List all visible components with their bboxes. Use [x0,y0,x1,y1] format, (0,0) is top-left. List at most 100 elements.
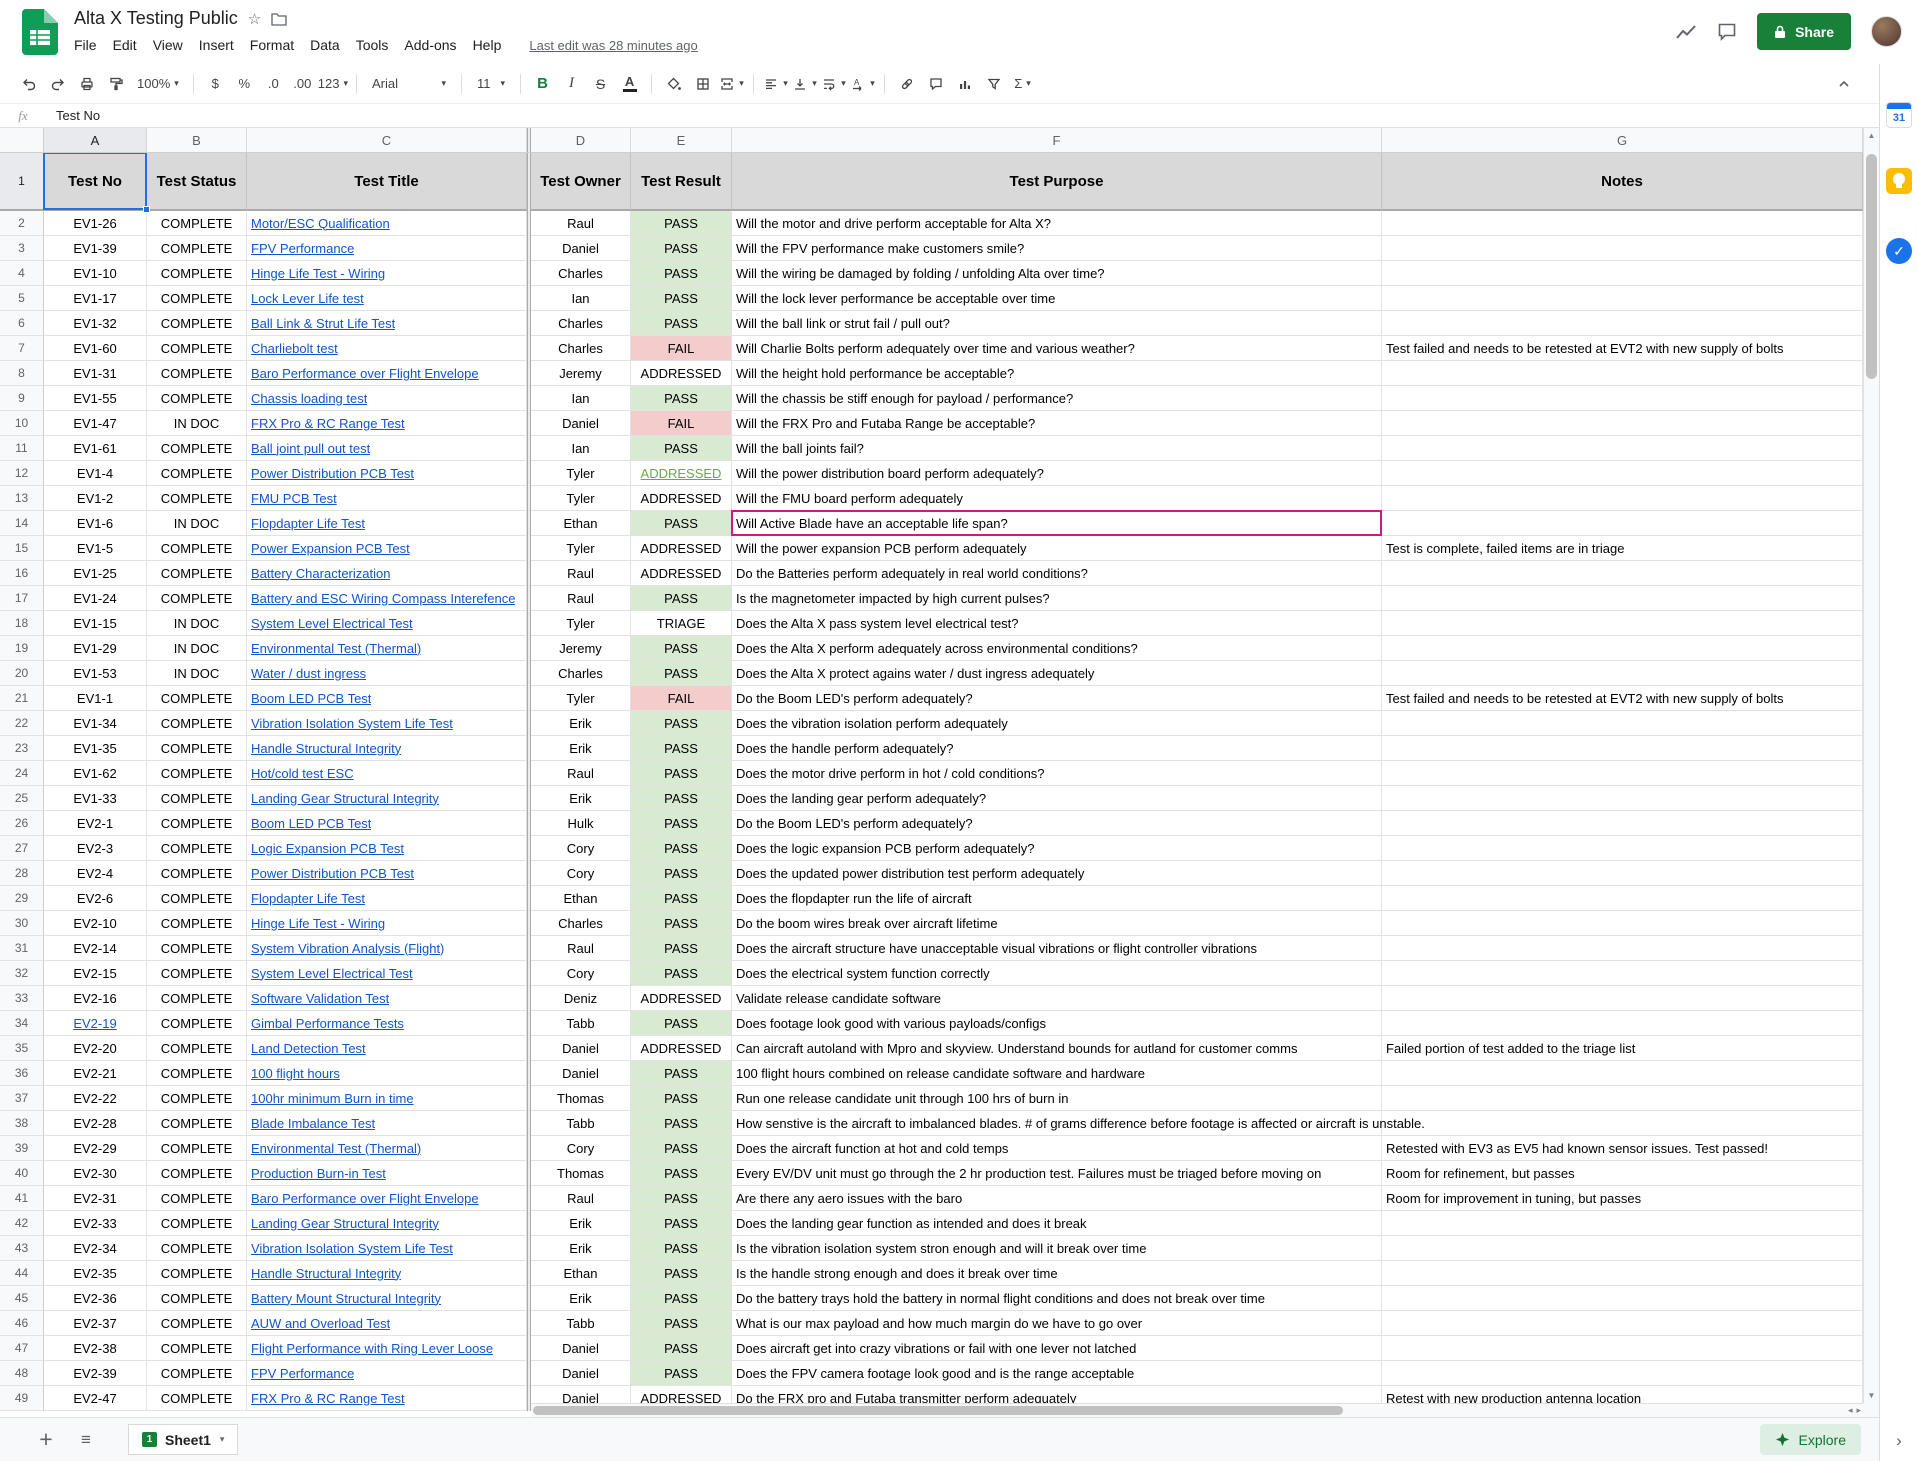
test-title-link[interactable]: FPV Performance [251,241,354,256]
row-header-44[interactable]: 44 [0,1261,44,1286]
move-folder-icon[interactable] [271,12,287,26]
cell-E4[interactable]: PASS [631,261,732,286]
cell-F31[interactable]: Does the aircraft structure have unaccep… [732,936,1382,961]
test-title-link[interactable]: Hot/cold test ESC [251,766,354,781]
row-header-15[interactable]: 15 [0,536,44,561]
cell-D37[interactable]: Thomas [531,1086,631,1111]
cell-E26[interactable]: PASS [631,811,732,836]
cell-F18[interactable]: Does the Alta X pass system level electr… [732,611,1382,636]
cell-E2[interactable]: PASS [631,211,732,236]
cell-F11[interactable]: Will the ball joints fail? [732,436,1382,461]
horizontal-scroll-thumb[interactable] [533,1406,1343,1415]
test-title-link[interactable]: Landing Gear Structural Integrity [251,791,439,806]
cell-F42[interactable]: Does the landing gear function as intend… [732,1211,1382,1236]
cell-D8[interactable]: Jeremy [531,361,631,386]
vertical-scroll-thumb[interactable] [1866,154,1877,379]
cell-B3[interactable]: COMPLETE [147,236,247,261]
cell-A1[interactable]: Test No [44,153,147,211]
test-title-link[interactable]: Blade Imbalance Test [251,1116,375,1131]
cell-B2[interactable]: COMPLETE [147,211,247,236]
cell-B46[interactable]: COMPLETE [147,1311,247,1336]
cell-G45[interactable] [1382,1286,1863,1311]
cell-A34[interactable]: EV2-19 [44,1011,147,1036]
cell-B32[interactable]: COMPLETE [147,961,247,986]
row-header-14[interactable]: 14 [0,511,44,536]
cell-A45[interactable]: EV2-36 [44,1286,147,1311]
cell-G4[interactable] [1382,261,1863,286]
text-rotation-button[interactable]: A▾ [849,70,876,97]
test-title-link[interactable]: Hinge Life Test - Wiring [251,916,385,931]
cell-F29[interactable]: Does the flopdapter run the life of airc… [732,886,1382,911]
cell-C47[interactable]: Flight Performance with Ring Lever Loose [247,1336,527,1361]
cell-G47[interactable] [1382,1336,1863,1361]
menu-edit[interactable]: Edit [105,35,145,55]
cell-D35[interactable]: Daniel [531,1036,631,1061]
cell-D24[interactable]: Raul [531,761,631,786]
cell-D22[interactable]: Erik [531,711,631,736]
test-title-link[interactable]: Handle Structural Integrity [251,1266,401,1281]
cell-G42[interactable] [1382,1211,1863,1236]
test-title-link[interactable]: Flopdapter Life Test [251,516,365,531]
cell-D18[interactable]: Tyler [531,611,631,636]
cell-F40[interactable]: Every EV/DV unit must go through the 2 h… [732,1161,1382,1186]
cell-D33[interactable]: Deniz [531,986,631,1011]
cell-E37[interactable]: PASS [631,1086,732,1111]
cell-F35[interactable]: Can aircraft autoland with Mpro and skyv… [732,1036,1382,1061]
cell-A27[interactable]: EV2-3 [44,836,147,861]
cell-F47[interactable]: Does aircraft get into crazy vibrations … [732,1336,1382,1361]
test-title-link[interactable]: Power Expansion PCB Test [251,541,410,556]
menu-tools[interactable]: Tools [348,35,397,55]
cell-G2[interactable] [1382,211,1863,236]
cell-C22[interactable]: Vibration Isolation System Life Test [247,711,527,736]
document-title[interactable]: Alta X Testing Public [74,8,238,29]
cell-C19[interactable]: Environmental Test (Thermal) [247,636,527,661]
cell-E10[interactable]: FAIL [631,411,732,436]
formula-bar[interactable]: fx Test No [0,104,1879,128]
cell-G8[interactable] [1382,361,1863,386]
test-title-link[interactable]: Battery and ESC Wiring Compass Interefen… [251,591,515,606]
font-select[interactable]: Arial▾ [365,70,453,97]
cell-B14[interactable]: IN DOC [147,511,247,536]
cell-B25[interactable]: COMPLETE [147,786,247,811]
cell-C41[interactable]: Baro Performance over Flight Envelope [247,1186,527,1211]
cell-D21[interactable]: Tyler [531,686,631,711]
strikethrough-button[interactable]: S [587,70,614,97]
cell-F8[interactable]: Will the height hold performance be acce… [732,361,1382,386]
cell-G6[interactable] [1382,311,1863,336]
cell-A7[interactable]: EV1-60 [44,336,147,361]
cell-E21[interactable]: FAIL [631,686,732,711]
cell-E36[interactable]: PASS [631,1061,732,1086]
cell-C3[interactable]: FPV Performance [247,236,527,261]
cell-A40[interactable]: EV2-30 [44,1161,147,1186]
all-sheets-button[interactable]: ≡ [72,1430,100,1450]
cell-C34[interactable]: Gimbal Performance Tests [247,1011,527,1036]
borders-button[interactable] [689,70,716,97]
cell-G43[interactable] [1382,1236,1863,1261]
cell-C9[interactable]: Chassis loading test [247,386,527,411]
column-header-A[interactable]: A [44,128,147,152]
cell-D47[interactable]: Daniel [531,1336,631,1361]
cell-B39[interactable]: COMPLETE [147,1136,247,1161]
merge-cells-button[interactable]: ▾ [718,70,745,97]
row-header-35[interactable]: 35 [0,1036,44,1061]
cell-B5[interactable]: COMPLETE [147,286,247,311]
cell-A42[interactable]: EV2-33 [44,1211,147,1236]
cell-C29[interactable]: Flopdapter Life Test [247,886,527,911]
cell-F12[interactable]: Will the power distribution board perfor… [732,461,1382,486]
cell-C16[interactable]: Battery Characterization [247,561,527,586]
cell-C45[interactable]: Battery Mount Structural Integrity [247,1286,527,1311]
cell-E3[interactable]: PASS [631,236,732,261]
cell-E35[interactable]: ADDRESSED [631,1036,732,1061]
number-format-button[interactable]: 123▾ [318,70,348,97]
test-title-link[interactable]: Baro Performance over Flight Envelope [251,366,479,381]
cell-D5[interactable]: Ian [531,286,631,311]
test-title-link[interactable]: AUW and Overload Test [251,1316,390,1331]
cell-F16[interactable]: Do the Batteries perform adequately in r… [732,561,1382,586]
test-title-link[interactable]: FPV Performance [251,1366,354,1381]
row-header-36[interactable]: 36 [0,1061,44,1086]
cell-G34[interactable] [1382,1011,1863,1036]
row-header-28[interactable]: 28 [0,861,44,886]
sheets-logo[interactable] [22,9,58,55]
cell-C28[interactable]: Power Distribution PCB Test [247,861,527,886]
cell-C46[interactable]: AUW and Overload Test [247,1311,527,1336]
